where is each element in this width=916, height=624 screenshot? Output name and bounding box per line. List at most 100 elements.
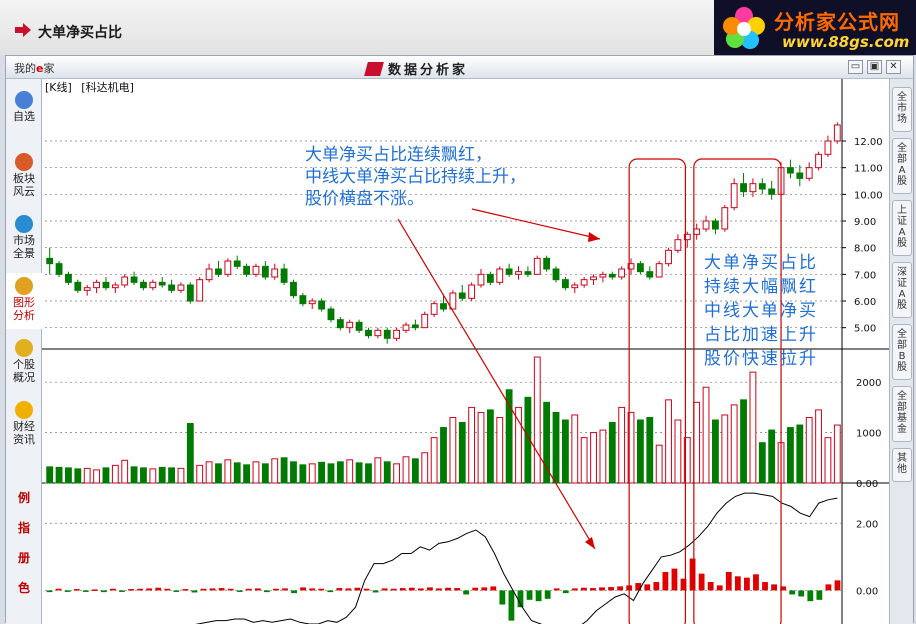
market-tab-5[interactable]: 全部基金	[892, 386, 912, 442]
candle-body	[158, 281, 166, 286]
indicator-bar	[771, 584, 777, 591]
sidebar-item-label: 自选	[13, 110, 35, 123]
volume-bar	[271, 458, 279, 484]
volume-bar	[599, 429, 607, 484]
volume-bar	[787, 427, 794, 484]
market-tab-4[interactable]: 全部B股	[892, 324, 912, 380]
sidebar-item-label: 财经	[13, 420, 35, 433]
indicator-bar	[734, 576, 741, 591]
candle-body	[430, 303, 438, 315]
annotation-arrowhead	[585, 537, 595, 549]
candle-body	[543, 257, 551, 270]
volume-bar	[533, 356, 541, 484]
market-tab-1[interactable]: 全部A股	[892, 138, 912, 194]
candle-body	[796, 172, 804, 179]
right-sidebar: 全市场全部A股上证A股深证A股全部B股全部基金其他	[889, 79, 913, 624]
indicator-bar	[164, 588, 171, 591]
volume-bar	[655, 444, 663, 484]
price-tick-label: 9.00	[854, 217, 876, 228]
annotation-line: 大单净买占比连续飘红，	[305, 145, 492, 165]
indicator-bar	[182, 589, 189, 591]
volume-bar	[74, 468, 82, 484]
indicator-bar	[725, 571, 732, 591]
candle-body	[580, 279, 588, 286]
indicator-bar	[662, 571, 669, 591]
market-tab-6[interactable]: 其他	[892, 448, 912, 482]
indicator-bar	[110, 588, 116, 591]
sidebar-item-0[interactable]: 自选	[6, 87, 42, 143]
volume-bar	[402, 456, 410, 484]
logo-url[interactable]: www.88gs.com	[782, 33, 909, 51]
price-tick-label: 10.00	[854, 190, 883, 201]
price-tick-label: 12.00	[854, 137, 883, 148]
sidebar-item-label: 资讯	[13, 433, 35, 446]
volume-bar	[486, 409, 494, 484]
sidebar-item-3[interactable]: 图形 分析	[6, 273, 42, 329]
indicator-bar	[46, 590, 53, 593]
volume-bar	[140, 467, 147, 484]
volume-bar	[496, 416, 504, 484]
sidebar-item-5[interactable]: 财经 资讯	[6, 397, 42, 453]
indicator-bar	[762, 582, 768, 591]
indicator-bar	[82, 590, 89, 592]
market-tab-0[interactable]: 全市场	[892, 87, 912, 132]
volume-bar	[646, 416, 654, 484]
volume-bar	[665, 399, 672, 484]
sidebar-item-1[interactable]: 板块 风云	[6, 149, 42, 205]
volume-bar	[186, 423, 194, 484]
tool-button-0[interactable]: 例	[12, 489, 36, 506]
annotation-line: 中线大单净买占比持续上升，	[305, 167, 526, 187]
volume-bar	[833, 424, 841, 484]
minimize-button[interactable]: ▭	[848, 60, 863, 74]
market-tab-2[interactable]: 上证A股	[892, 200, 912, 256]
market-tab-3[interactable]: 深证A股	[892, 262, 912, 318]
candle-body	[768, 188, 776, 195]
indicator-bar	[445, 587, 451, 591]
candle-body	[693, 228, 701, 235]
annotation-left: 大单净买占比连续飘红， 中线大单净买占比持续上升， 股价横盘不涨。	[305, 144, 526, 210]
volume-bar	[721, 414, 729, 484]
candle-body	[740, 183, 747, 193]
indicator-bar	[137, 588, 143, 591]
volume-tick-label: 1000	[856, 429, 881, 440]
indicator-bar	[608, 587, 614, 591]
candle-body	[486, 273, 494, 283]
chart-area[interactable]: 12.00 11.00 10.00 9.00 8.00 7.00 6.00 5.00 2000 1…	[42, 79, 889, 624]
volume-bar	[93, 469, 100, 484]
indicator-bar	[354, 587, 361, 591]
candle-body	[168, 284, 175, 291]
indicator-bar	[472, 587, 479, 591]
volume-bar	[280, 457, 288, 484]
sidebar-item-2[interactable]: 市场 全景	[6, 211, 42, 267]
magnifier-icon	[15, 91, 33, 109]
window-titlebar: 我的e家 数据分析家 ▭ ▣ ✕	[6, 56, 913, 79]
tool-button-1[interactable]: 指	[12, 519, 36, 536]
volume-bar	[430, 437, 438, 484]
tool-button-2[interactable]: 册	[12, 549, 36, 566]
close-button[interactable]: ✕	[886, 60, 901, 74]
indicator-bar	[218, 588, 225, 591]
maximize-button[interactable]: ▣	[867, 60, 882, 74]
volume-bar	[327, 463, 335, 484]
volume-bar	[571, 414, 579, 484]
indicator-bar	[490, 586, 497, 591]
volume-bar	[590, 432, 597, 484]
volume-bar	[796, 424, 804, 484]
annotation-line: 持续大幅飘红	[704, 277, 818, 297]
page-title: 大单净买占比	[38, 25, 122, 41]
tool-button-3[interactable]: 色	[12, 579, 36, 596]
candle-body	[824, 140, 832, 155]
volume-bar	[252, 461, 260, 484]
sidebar-item-4[interactable]: 个股 概况	[6, 335, 42, 391]
candle-body	[196, 279, 204, 302]
indicator-bar	[408, 587, 415, 591]
home-button[interactable]: 我的e家	[14, 60, 54, 76]
candle-body	[787, 167, 794, 174]
indicator-bar	[553, 588, 560, 591]
app-topbar: 大单净买占比 分析家公式网 www.88gs.com	[0, 0, 916, 55]
candle-body	[93, 281, 100, 289]
indicator-bar	[327, 590, 334, 593]
candle-body	[233, 260, 241, 267]
candle-body	[252, 265, 260, 275]
volume-bar	[177, 467, 185, 484]
